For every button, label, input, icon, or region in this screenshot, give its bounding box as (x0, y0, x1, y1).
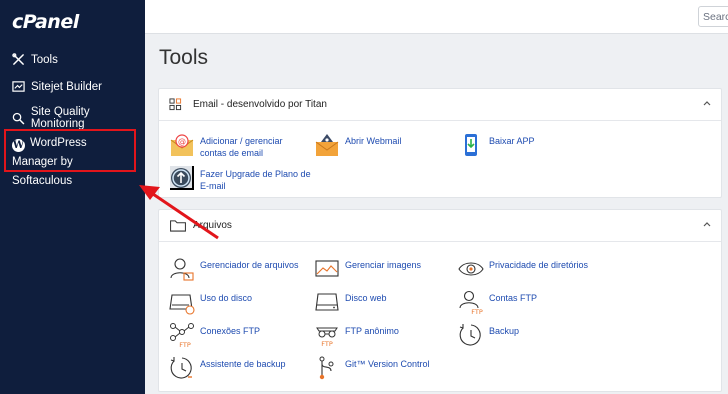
tool-label: Privacidade de diretórios (489, 260, 589, 270)
eye-icon (458, 262, 484, 276)
tool-backup-wizard[interactable]: Assistente de backup (169, 355, 309, 381)
sidebar-item-site-quality-monitoring[interactable]: Site Quality Monitoring (12, 106, 145, 130)
tool-label: FTP anônimo (345, 326, 399, 336)
webmail-icon (315, 134, 339, 156)
chevron-up-icon[interactable] (702, 219, 712, 229)
folder-icon (170, 220, 186, 232)
tool-manage-images[interactable]: Gerenciar imagens (314, 256, 454, 282)
chevron-up-icon[interactable] (702, 98, 712, 108)
anonymous-ftp-icon: FTP (316, 327, 338, 348)
tool-backup[interactable]: Backup (458, 322, 598, 348)
tool-label: Contas FTP (489, 293, 538, 303)
files-panel: Arquivos Gerenciador de arquivos Gerenci… (158, 209, 722, 392)
tool-ftp-accounts[interactable]: FTP Contas FTP (458, 289, 598, 315)
sidebar-item-label: Tools (31, 53, 58, 66)
tool-label: Disco web (345, 293, 387, 303)
grid-icon (169, 98, 182, 111)
svg-text:FTP: FTP (321, 340, 333, 348)
sidebar-item-tools[interactable]: Tools (12, 53, 58, 66)
sidebar-item-label: Site Quality Monitoring (30, 106, 90, 130)
ftp-connections-icon: FTP (170, 323, 194, 348)
tool-label: Abrir Webmail (345, 136, 402, 146)
web-disk-icon (315, 293, 339, 311)
tool-disk-usage[interactable]: Uso do disco (169, 289, 309, 315)
sidebar-item-sitejet-builder[interactable]: Sitejet Builder (12, 80, 102, 93)
magnifier-icon (12, 112, 25, 125)
images-icon (315, 260, 339, 277)
page-title: Tools (159, 46, 209, 69)
tool-label: Assistente de backup (200, 359, 286, 369)
git-icon (319, 356, 334, 380)
tool-git-version-control[interactable]: Git™ Version Control (314, 355, 454, 381)
email-panel: Email - desenvolvido por Titan @ Adicion… (158, 88, 722, 198)
tool-label: Adicionar / gerenciar contas de email (200, 136, 283, 158)
tool-label: Conexões FTP (200, 326, 261, 336)
tool-add-email-accounts[interactable]: @ Adicionar / gerenciar contas de email (169, 132, 309, 159)
file-manager-icon (170, 258, 194, 281)
top-bar: Search (145, 0, 728, 34)
backup-wizard-icon (170, 357, 192, 379)
panel-title: Arquivos (193, 220, 232, 231)
sitejet-icon (12, 81, 25, 92)
upgrade-icon (170, 166, 194, 190)
svg-text:@: @ (178, 137, 186, 146)
tool-label: Gerenciador de arquivos (200, 260, 299, 270)
mobile-download-icon (465, 134, 477, 156)
tool-download-app[interactable]: Baixar APP (458, 132, 598, 158)
mail-add-icon: @ (170, 134, 194, 156)
sidebar-item-label: Sitejet Builder (31, 80, 102, 93)
email-panel-header[interactable]: Email - desenvolvido por Titan (159, 89, 721, 121)
svg-text:FTP: FTP (471, 308, 483, 315)
cpanel-logo[interactable]: cPanel (12, 11, 79, 33)
search-input[interactable]: Search (698, 6, 728, 27)
wordpress-icon: W (12, 139, 25, 152)
disk-usage-icon (169, 294, 195, 315)
sidebar: cPanel Tools Sitejet Builder Site Qualit… (0, 0, 145, 394)
tool-open-webmail[interactable]: Abrir Webmail (314, 132, 454, 158)
backup-icon (459, 324, 481, 346)
tool-label: Fazer Upgrade de Plano de E-mail (200, 169, 311, 191)
files-panel-header[interactable]: Arquivos (159, 210, 721, 242)
svg-text:FTP: FTP (179, 341, 191, 348)
tool-label: Git™ Version Control (345, 359, 430, 369)
tool-file-manager[interactable]: Gerenciador de arquivos (169, 256, 309, 282)
tool-web-disk[interactable]: Disco web (314, 289, 454, 315)
tool-ftp-connections[interactable]: FTP Conexões FTP (169, 322, 309, 348)
panel-title: Email - desenvolvido por Titan (193, 99, 327, 110)
tool-label: Gerenciar imagens (345, 260, 422, 270)
tool-label: Baixar APP (489, 136, 535, 146)
sidebar-item-wordpress-manager[interactable]: W WordPress Manager by Softaculous (4, 129, 136, 187)
tools-icon (12, 53, 24, 65)
tool-directory-privacy[interactable]: Privacidade de diretórios (458, 256, 608, 282)
tool-upgrade-email-plan[interactable]: Fazer Upgrade de Plano de E-mail (169, 165, 314, 192)
ftp-accounts-icon: FTP (459, 290, 483, 315)
tool-label: Uso do disco (200, 293, 253, 303)
tool-anonymous-ftp[interactable]: FTP FTP anônimo (314, 322, 454, 348)
tool-label: Backup (489, 326, 520, 336)
